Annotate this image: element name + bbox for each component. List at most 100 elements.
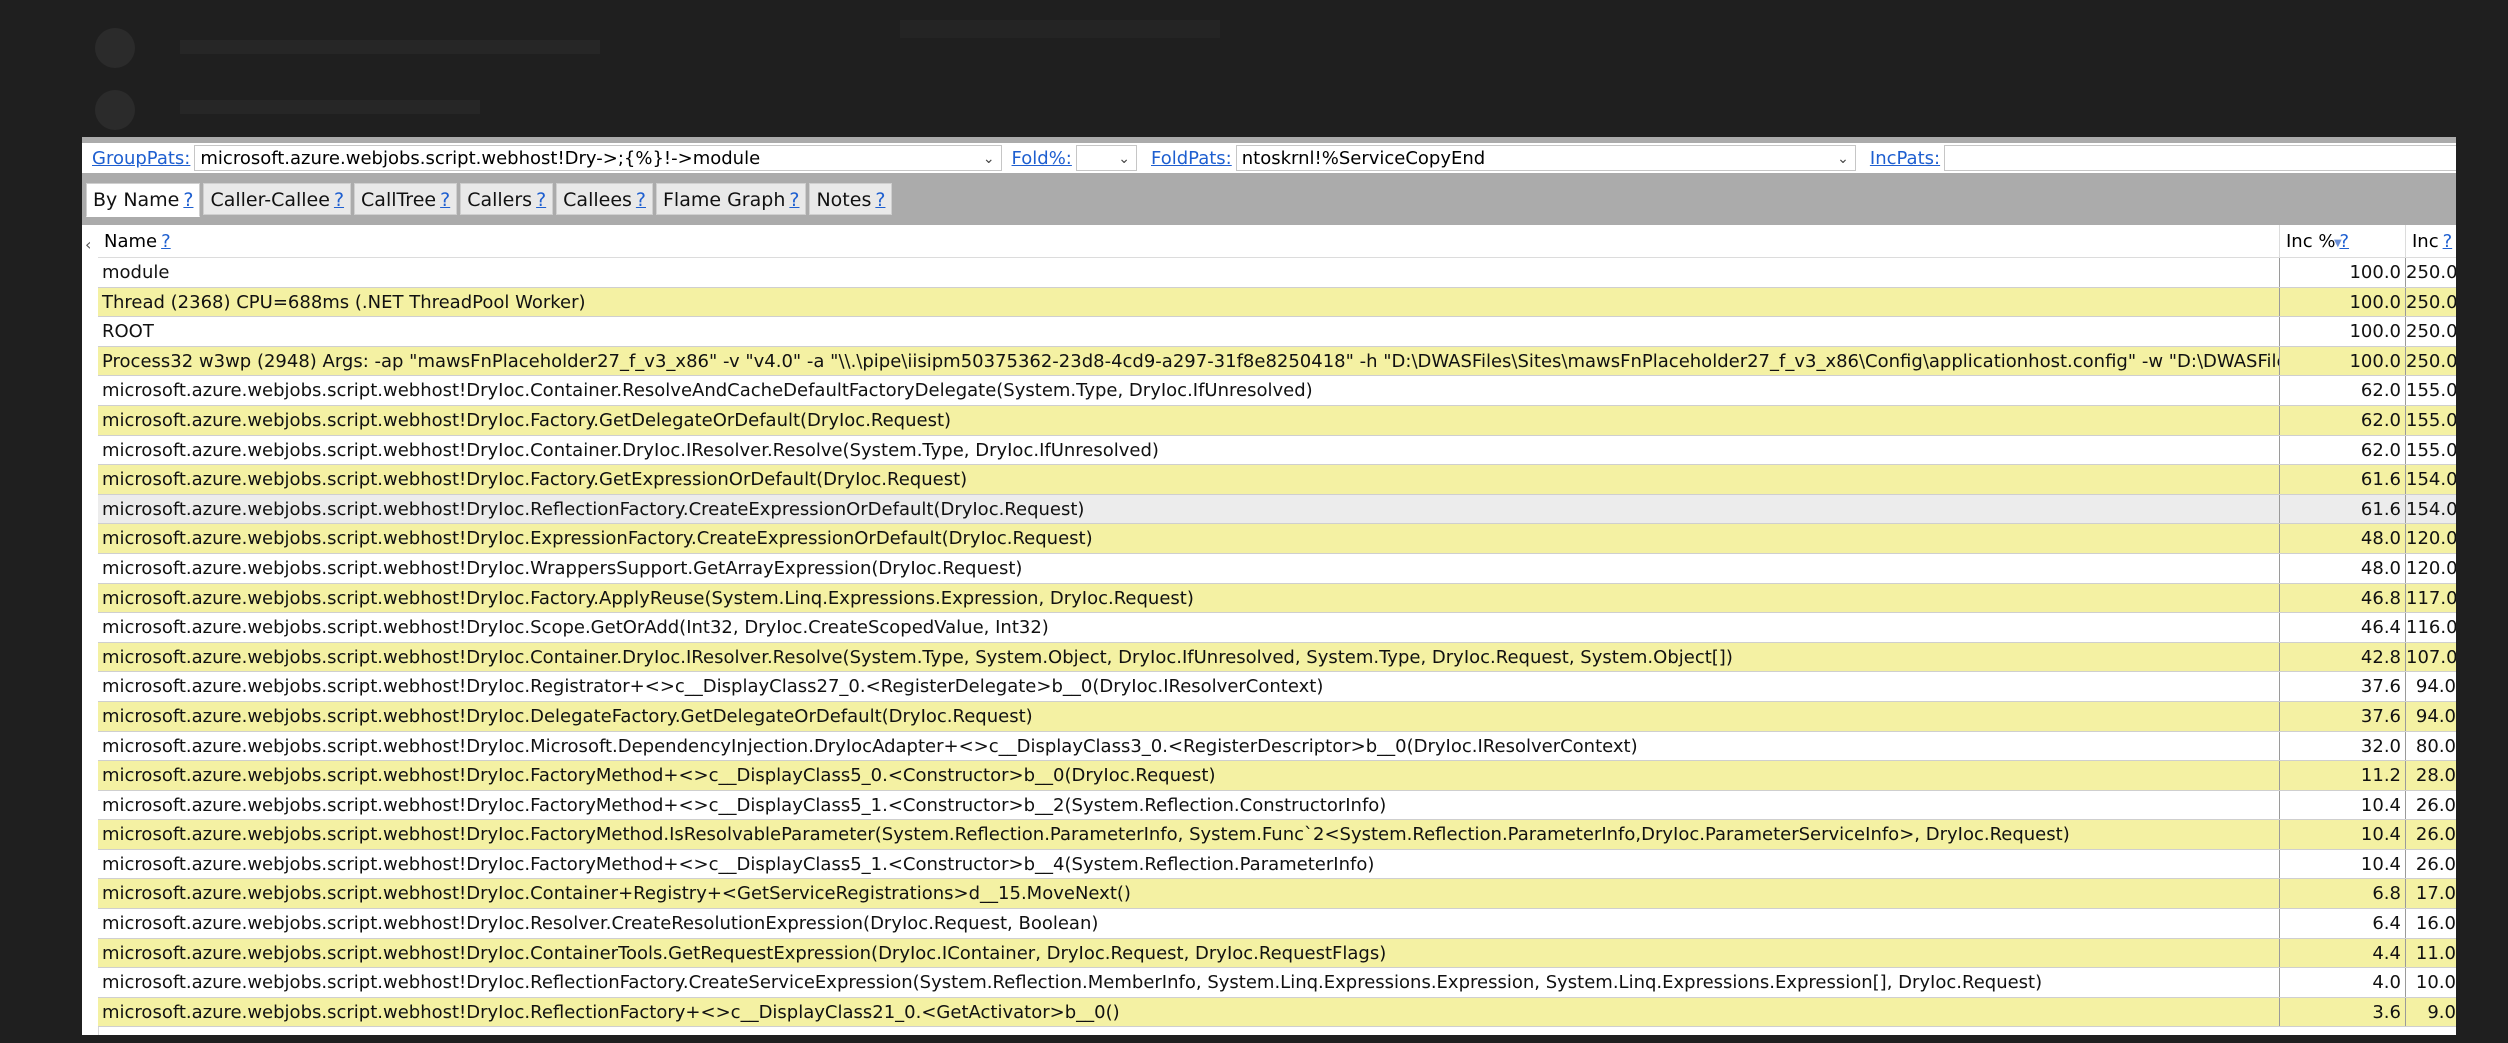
cell-inc[interactable]: 250.0: [2406, 317, 2456, 346]
cell-inc-pct[interactable]: 3.6: [2280, 997, 2406, 1027]
cell-name[interactable]: microsoft.azure.webjobs.script.webhost!D…: [98, 968, 2280, 997]
cell-inc-pct[interactable]: 10.4: [2280, 820, 2406, 849]
cell-name[interactable]: module: [98, 258, 2280, 287]
cell-inc-pct[interactable]: 6.4: [2280, 909, 2406, 938]
cell-inc-pct[interactable]: 100.0: [2280, 258, 2406, 287]
cell-inc[interactable]: 26.0: [2406, 850, 2456, 879]
cell-inc-pct[interactable]: 11.2: [2280, 761, 2406, 790]
table-row[interactable]: microsoft.azure.webjobs.script.webhost!D…: [98, 997, 2456, 1028]
tab-help-link[interactable]: ?: [440, 189, 450, 211]
cell-name[interactable]: ROOT: [98, 317, 2280, 346]
tab-help-link[interactable]: ?: [334, 189, 344, 211]
tab-by-name[interactable]: By Name?: [86, 183, 201, 217]
table-row[interactable]: microsoft.azure.webjobs.script.webhost!D…: [98, 879, 2456, 910]
group-pats-combo[interactable]: microsoft.azure.webjobs.script.webhost!D…: [194, 145, 1002, 171]
table-row[interactable]: microsoft.azure.webjobs.script.webhost!D…: [98, 583, 2456, 614]
inc-pats-combo[interactable]: [1944, 145, 2456, 171]
tab-help-link[interactable]: ?: [789, 189, 799, 211]
fold-pct-combo[interactable]: ⌄: [1075, 145, 1137, 171]
tab-help-link[interactable]: ?: [183, 189, 193, 211]
tab-callees[interactable]: Callees?: [556, 183, 653, 215]
cell-inc[interactable]: 11.0: [2406, 939, 2456, 968]
cell-name[interactable]: microsoft.azure.webjobs.script.webhost!D…: [98, 997, 2280, 1027]
tab-help-link[interactable]: ?: [875, 189, 885, 211]
cell-inc-pct[interactable]: 37.6: [2280, 672, 2406, 701]
cell-name[interactable]: microsoft.azure.webjobs.script.webhost!D…: [98, 820, 2280, 849]
tab-help-link[interactable]: ?: [536, 189, 546, 211]
table-row[interactable]: microsoft.azure.webjobs.script.webhost!D…: [98, 731, 2456, 762]
cell-inc-pct[interactable]: 61.6: [2280, 465, 2406, 494]
table-row[interactable]: ROOT 100.0 250.0: [98, 317, 2456, 347]
table-row[interactable]: Thread (2368) CPU=688ms (.NET ThreadPool…: [98, 287, 2456, 318]
cell-inc[interactable]: 120.0: [2406, 554, 2456, 583]
cell-inc-pct[interactable]: 4.0: [2280, 968, 2406, 997]
cell-inc-pct[interactable]: 10.4: [2280, 790, 2406, 820]
cell-inc[interactable]: 120.0: [2406, 524, 2456, 553]
cell-name[interactable]: microsoft.azure.webjobs.script.webhost!D…: [98, 761, 2280, 790]
table-row[interactable]: module 100.0 250.0: [98, 258, 2456, 288]
cell-inc[interactable]: 155.0: [2406, 406, 2456, 435]
cell-inc[interactable]: 80.0: [2406, 732, 2456, 761]
cell-inc-pct[interactable]: 100.0: [2280, 317, 2406, 346]
cell-inc[interactable]: 250.0: [2406, 288, 2456, 317]
chevron-down-icon[interactable]: ⌄: [1118, 146, 1130, 170]
cell-name[interactable]: microsoft.azure.webjobs.script.webhost!D…: [98, 672, 2280, 701]
cell-inc[interactable]: 250.0: [2406, 347, 2456, 376]
cell-inc-pct[interactable]: 6.8: [2280, 879, 2406, 909]
fold-pats-combo[interactable]: ntoskrnl!%ServiceCopyEnd ⌄: [1235, 145, 1856, 171]
cell-name[interactable]: microsoft.azure.webjobs.script.webhost!D…: [98, 701, 2280, 731]
cell-inc-pct[interactable]: 10.4: [2280, 849, 2406, 879]
group-pats-link[interactable]: GroupPats:: [88, 148, 194, 169]
table-row[interactable]: microsoft.azure.webjobs.script.webhost!D…: [98, 849, 2456, 880]
column-header-name[interactable]: Name?: [98, 225, 2280, 257]
cell-inc-pct[interactable]: 62.0: [2280, 405, 2406, 435]
cell-inc[interactable]: 116.0: [2406, 613, 2456, 642]
table-row[interactable]: microsoft.azure.webjobs.script.webhost!D…: [98, 613, 2456, 643]
table-row[interactable]: microsoft.azure.webjobs.script.webhost!D…: [98, 494, 2456, 525]
table-row[interactable]: microsoft.azure.webjobs.script.webhost!D…: [98, 376, 2456, 406]
cell-inc-pct[interactable]: 46.4: [2280, 613, 2406, 642]
tab-help-link[interactable]: ?: [636, 189, 646, 211]
cell-inc[interactable]: 28.0: [2406, 761, 2456, 790]
cell-inc-pct[interactable]: 61.6: [2280, 494, 2406, 524]
chevron-down-icon[interactable]: ⌄: [983, 146, 995, 170]
column-help-link[interactable]: ?: [161, 231, 171, 252]
cell-name[interactable]: microsoft.azure.webjobs.script.webhost!D…: [98, 524, 2280, 553]
table-row[interactable]: microsoft.azure.webjobs.script.webhost!D…: [98, 701, 2456, 732]
cell-inc[interactable]: 117.0: [2406, 584, 2456, 613]
cell-name[interactable]: microsoft.azure.webjobs.script.webhost!D…: [98, 494, 2280, 524]
cell-inc[interactable]: 26.0: [2406, 820, 2456, 849]
cell-inc[interactable]: 94.0: [2406, 672, 2456, 701]
cell-inc-pct[interactable]: 100.0: [2280, 346, 2406, 376]
cell-name[interactable]: microsoft.azure.webjobs.script.webhost!D…: [98, 553, 2280, 583]
cell-name[interactable]: Process32 w3wp (2948) Args: -ap "mawsFnP…: [98, 346, 2280, 376]
table-row[interactable]: microsoft.azure.webjobs.script.webhost!D…: [98, 909, 2456, 939]
tab-flame-graph[interactable]: Flame Graph?: [656, 183, 807, 215]
column-header-inc[interactable]: Inc?: [2406, 225, 2456, 257]
table-row[interactable]: microsoft.azure.webjobs.script.webhost!D…: [98, 938, 2456, 969]
table-row[interactable]: microsoft.azure.webjobs.script.webhost!D…: [98, 435, 2456, 466]
cell-name[interactable]: microsoft.azure.webjobs.script.webhost!D…: [98, 849, 2280, 879]
cell-inc-pct[interactable]: 48.0: [2280, 524, 2406, 553]
cell-inc[interactable]: 94.0: [2406, 702, 2456, 731]
cell-name[interactable]: microsoft.azure.webjobs.script.webhost!D…: [98, 731, 2280, 761]
cell-inc[interactable]: 26.0: [2406, 791, 2456, 820]
cell-name[interactable]: microsoft.azure.webjobs.script.webhost!D…: [98, 465, 2280, 494]
table-row[interactable]: microsoft.azure.webjobs.script.webhost!D…: [98, 553, 2456, 584]
cell-name[interactable]: microsoft.azure.webjobs.script.webhost!D…: [98, 790, 2280, 820]
cell-inc[interactable]: 16.0: [2406, 909, 2456, 938]
cell-inc[interactable]: 10.0: [2406, 968, 2456, 997]
cell-inc-pct[interactable]: 37.6: [2280, 701, 2406, 731]
cell-inc-pct[interactable]: 48.0: [2280, 553, 2406, 583]
cell-inc[interactable]: 9.0: [2406, 998, 2456, 1027]
cell-name[interactable]: microsoft.azure.webjobs.script.webhost!D…: [98, 642, 2280, 672]
tab-caller-callee[interactable]: Caller-Callee?: [203, 183, 352, 215]
cell-inc[interactable]: 250.0: [2406, 258, 2456, 287]
cell-name[interactable]: Thread (2368) CPU=688ms (.NET ThreadPool…: [98, 287, 2280, 317]
table-row[interactable]: microsoft.azure.webjobs.script.webhost!D…: [98, 524, 2456, 554]
cell-inc-pct[interactable]: 46.8: [2280, 583, 2406, 613]
cell-inc-pct[interactable]: 32.0: [2280, 731, 2406, 761]
fold-pats-link[interactable]: FoldPats:: [1147, 148, 1236, 169]
inc-pats-link[interactable]: IncPats:: [1866, 148, 1944, 169]
cell-inc[interactable]: 154.0: [2406, 495, 2456, 524]
